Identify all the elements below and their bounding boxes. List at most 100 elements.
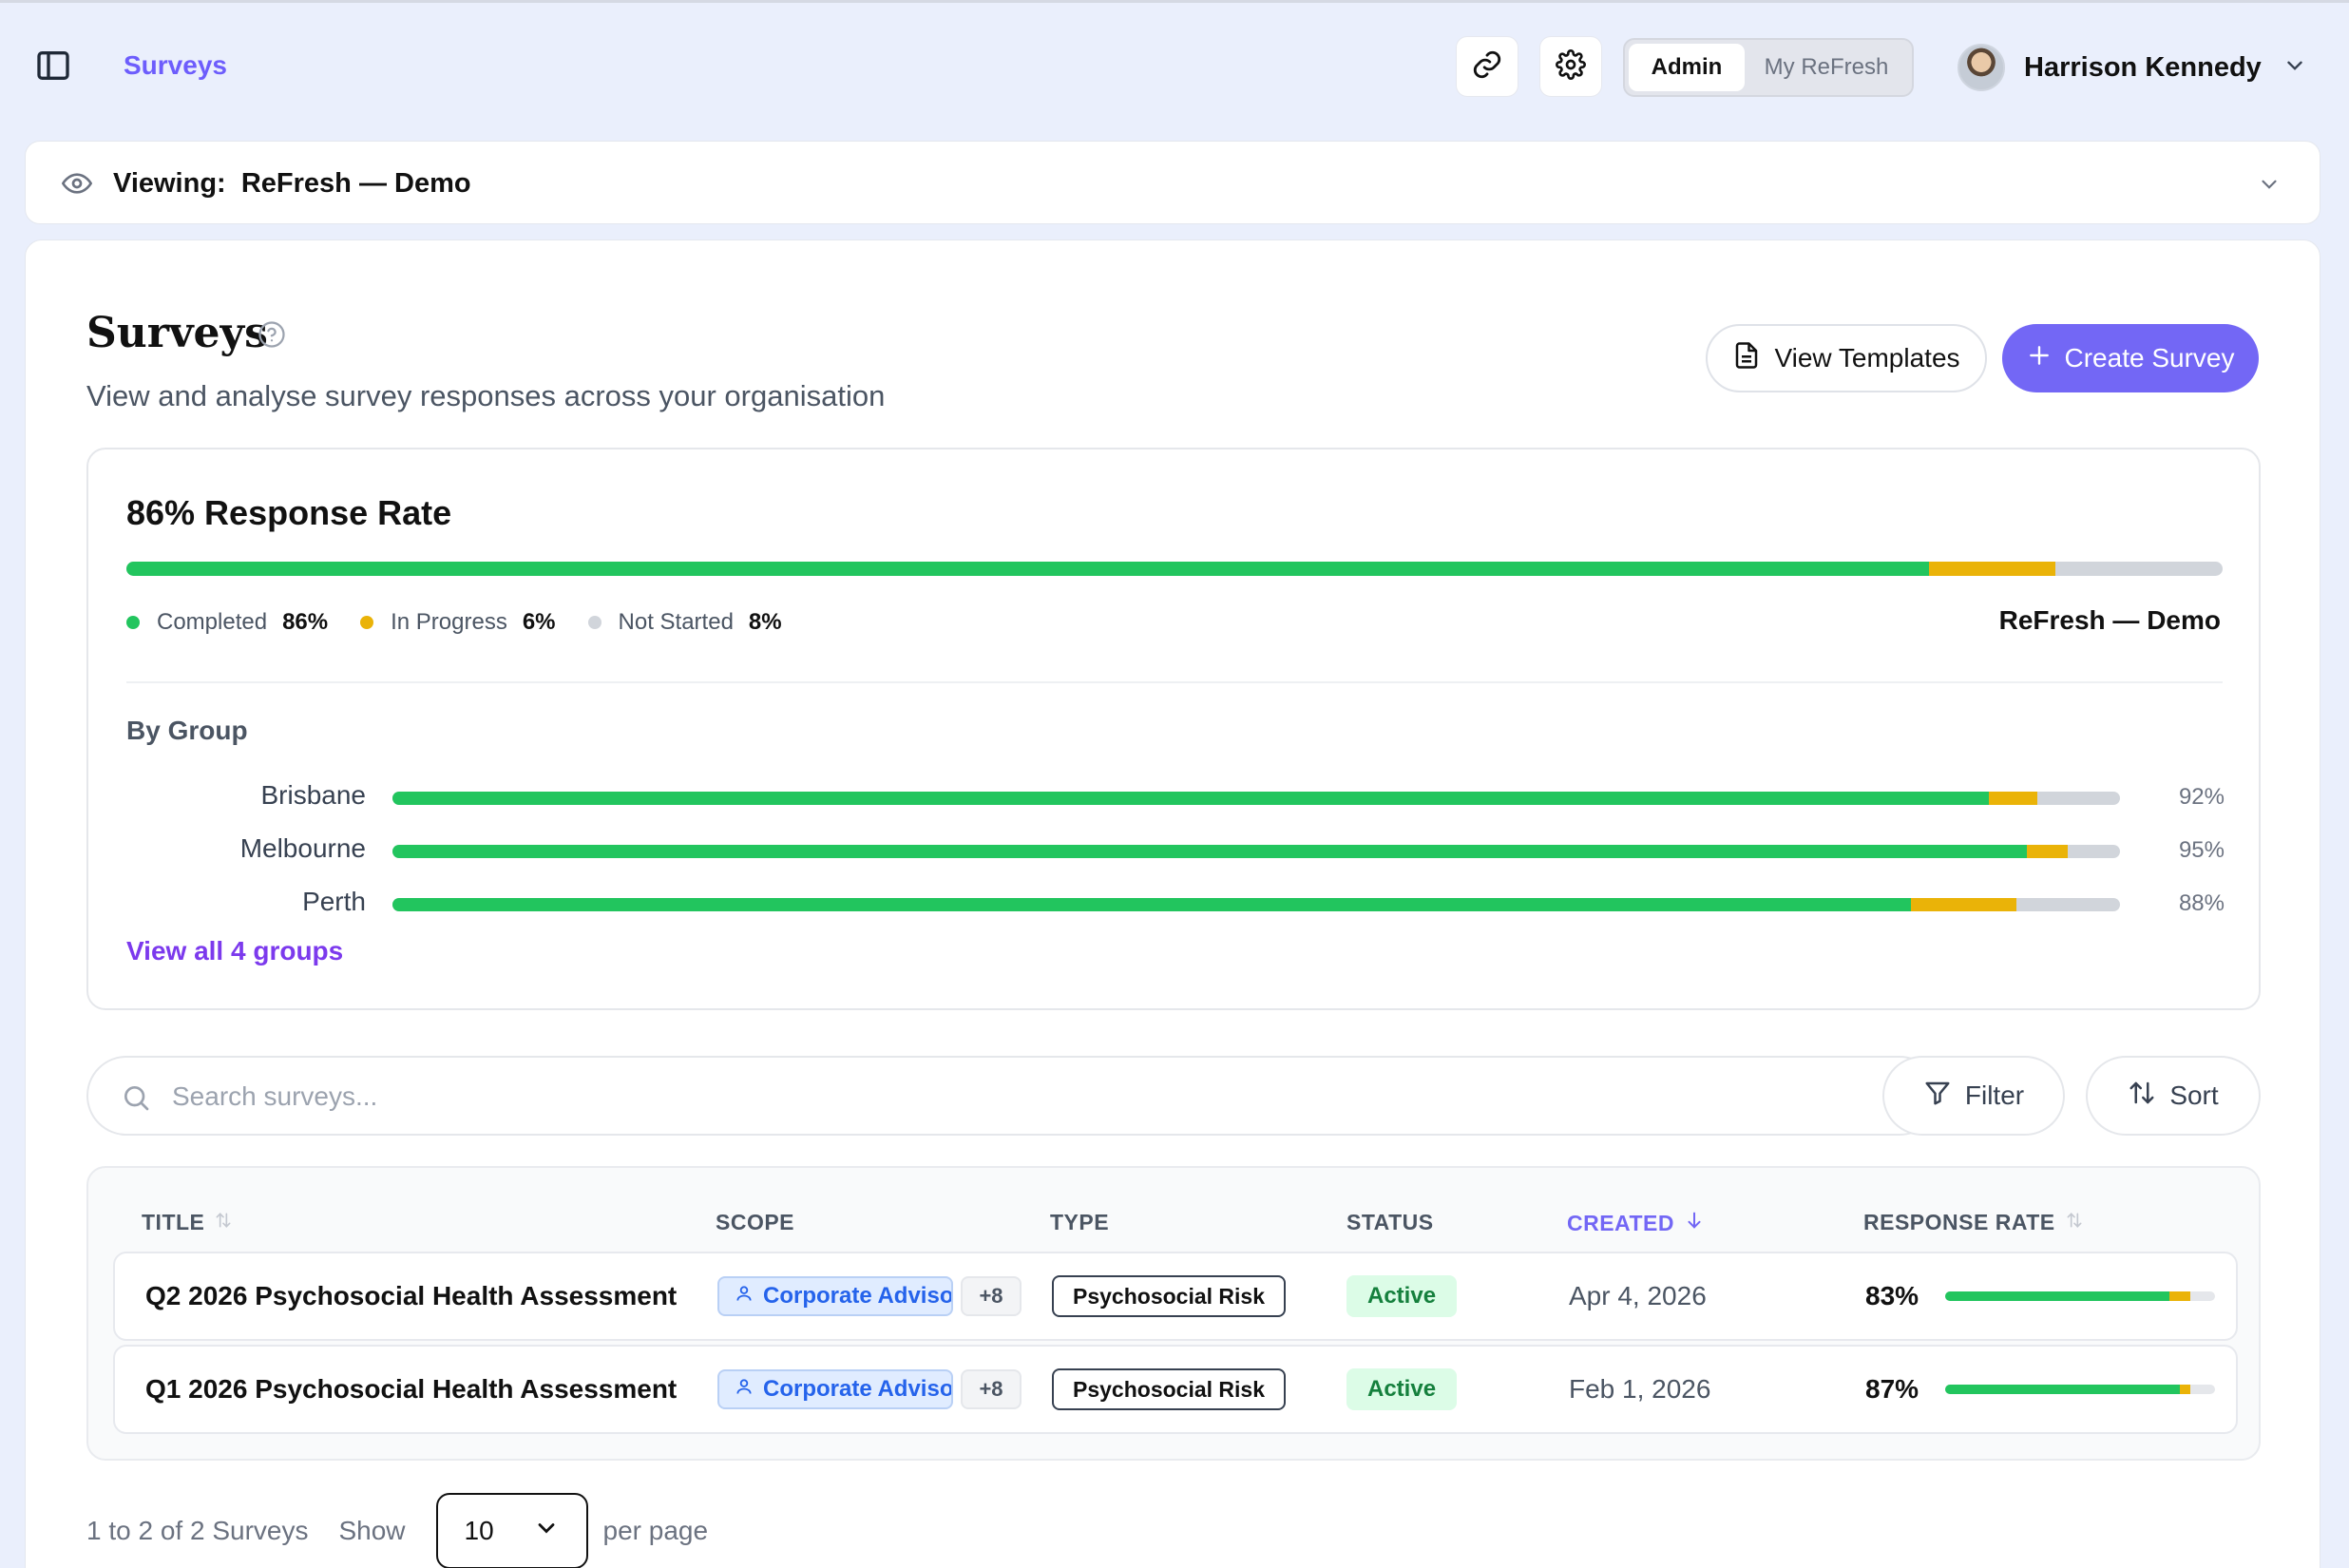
scope-chip[interactable]: Corporate Advisory (717, 1369, 953, 1409)
group-percent: 95% (2178, 837, 2225, 863)
tab-admin[interactable]: Admin (1629, 44, 1745, 91)
surveys-table: TITLE SCOPE TYPE STATUS CREATED RESPONSE… (86, 1166, 2261, 1461)
group-name: Brisbane (260, 780, 366, 810)
group-completed-segment (392, 898, 1912, 911)
column-header-scope: SCOPE (716, 1210, 794, 1235)
legend-label: Not Started (618, 609, 734, 635)
per-page-select[interactable]: 10 (435, 1493, 588, 1568)
view-all-groups-link[interactable]: View all 4 groups (126, 936, 343, 966)
per-page-label: per page (602, 1516, 709, 1545)
sort-label: Sort (2169, 1080, 2219, 1110)
link-icon (1471, 48, 1503, 86)
scope-more-chip[interactable]: +8 (961, 1369, 1022, 1409)
overall-completed-segment (126, 562, 1930, 576)
legend-dot (360, 616, 374, 629)
row-in-progress-segment (2180, 1385, 2191, 1394)
column-header-title[interactable]: TITLE (142, 1210, 233, 1235)
settings-button[interactable] (1539, 36, 1602, 97)
document-icon (1732, 341, 1761, 376)
type-cell: Psychosocial Risk (1052, 1253, 1286, 1339)
scope-cell: Corporate Advisory +8 (717, 1347, 1022, 1432)
legend-value: 86% (282, 609, 329, 635)
response-legend: Completed 86% In Progress 6% Not Started… (126, 609, 814, 636)
legend-completed: Completed 86% (126, 609, 328, 636)
filter-label: Filter (1964, 1080, 2025, 1110)
tab-my-refresh[interactable]: My ReFresh (1745, 44, 1908, 91)
group-percent: 88% (2178, 890, 2225, 916)
group-row-perth: Perth 88% (88, 885, 2263, 923)
org-name: ReFresh — Demo (1998, 605, 2221, 635)
group-completed-segment (392, 845, 2027, 858)
sort-arrows-icon (214, 1210, 233, 1235)
sort-icon (2128, 1079, 2156, 1114)
show-label: Show (338, 1516, 406, 1545)
legend-value: 6% (522, 609, 556, 635)
chevron-down-icon (2282, 53, 2307, 83)
help-icon[interactable] (258, 320, 286, 354)
column-header-label: STATUS (1346, 1210, 1434, 1234)
create-survey-button[interactable]: Create Survey (2002, 324, 2259, 392)
breadcrumb-surveys[interactable]: Surveys (124, 50, 227, 81)
response-rate-title: 86% Response Rate (126, 493, 452, 532)
eye-icon (61, 168, 93, 203)
user-name: Harrison Kennedy (2024, 51, 2262, 83)
search-input[interactable] (172, 1071, 1901, 1122)
status-badge: Active (1346, 1275, 1458, 1317)
scope-more-chip[interactable]: +8 (961, 1276, 1022, 1316)
legend-label: Completed (157, 609, 268, 635)
survey-title[interactable]: Q1 2026 Psychosocial Health Assessment (145, 1347, 677, 1432)
copy-link-button[interactable] (1456, 36, 1518, 97)
legend-label: In Progress (391, 609, 507, 635)
sidebar-toggle-icon[interactable] (34, 47, 72, 85)
viewing-org: ReFresh — Demo (240, 168, 471, 199)
arrow-down-icon (1684, 1210, 1705, 1236)
response-rate-percent: 83% (1865, 1281, 1919, 1310)
type-chip: Psychosocial Risk (1052, 1368, 1286, 1410)
group-completed-segment (392, 792, 1989, 805)
group-in-progress-segment (2026, 845, 2069, 858)
created-date: Apr 4, 2026 (1569, 1281, 1707, 1310)
group-row-melbourne: Melbourne 95% (88, 832, 2263, 870)
group-percent: 92% (2178, 784, 2225, 810)
top-bar: Surveys Admin My ReFresh Harrison Kenned… (0, 0, 2349, 129)
viewing-org-selector[interactable]: Viewing: ReFresh — Demo (25, 141, 2320, 224)
type-chip: Psychosocial Risk (1052, 1275, 1286, 1317)
table-row[interactable]: Q2 2026 Psychosocial Health Assessment C… (113, 1252, 2238, 1341)
filter-icon (1923, 1079, 1952, 1114)
response-rate-cell: 87% (1865, 1347, 2215, 1432)
overall-in-progress-segment (1929, 562, 2055, 576)
column-header-label: RESPONSE RATE (1863, 1210, 2055, 1234)
legend-dot (126, 616, 140, 629)
view-templates-button[interactable]: View Templates (1706, 324, 1987, 392)
scope-chip[interactable]: Corporate Advisory (717, 1276, 953, 1316)
page-title: Surveys (86, 309, 268, 357)
per-page-value: 10 (464, 1516, 494, 1545)
response-rate-bar (1945, 1385, 2215, 1394)
legend-in-progress: In Progress 6% (360, 609, 556, 636)
group-name: Perth (302, 887, 366, 916)
sort-arrows-icon (2065, 1210, 2084, 1235)
gear-icon (1556, 48, 1586, 85)
page-subtitle: View and analyse survey responses across… (86, 379, 886, 412)
overall-response-bar (126, 562, 2223, 576)
column-header-status: STATUS (1346, 1210, 1434, 1235)
column-header-label: SCOPE (716, 1210, 795, 1234)
response-rate-cell: 83% (1865, 1253, 2215, 1339)
column-header-created[interactable]: CREATED (1567, 1210, 1705, 1236)
user-menu[interactable]: Harrison Kennedy (1958, 41, 2307, 94)
scope-cell: Corporate Advisory +8 (717, 1253, 1022, 1339)
group-in-progress-segment (1988, 792, 2037, 805)
filter-button[interactable]: Filter (1882, 1056, 2065, 1136)
plus-icon (2027, 343, 2052, 374)
table-row[interactable]: Q1 2026 Psychosocial Health Assessment C… (113, 1345, 2238, 1434)
view-templates-label: View Templates (1774, 343, 1960, 373)
survey-title[interactable]: Q2 2026 Psychosocial Health Assessment (145, 1253, 677, 1339)
viewing-label: Viewing: ReFresh — Demo (113, 168, 471, 200)
sort-button[interactable]: Sort (2086, 1056, 2261, 1136)
group-bar (392, 792, 2120, 805)
column-header-response-rate[interactable]: RESPONSE RATE (1863, 1210, 2084, 1235)
main-card: Surveys View and analyse survey response… (25, 239, 2320, 1568)
pagination-summary: 1 to 2 of 2 Surveys (86, 1516, 309, 1545)
user-icon (735, 1283, 754, 1310)
legend-dot (587, 616, 602, 629)
